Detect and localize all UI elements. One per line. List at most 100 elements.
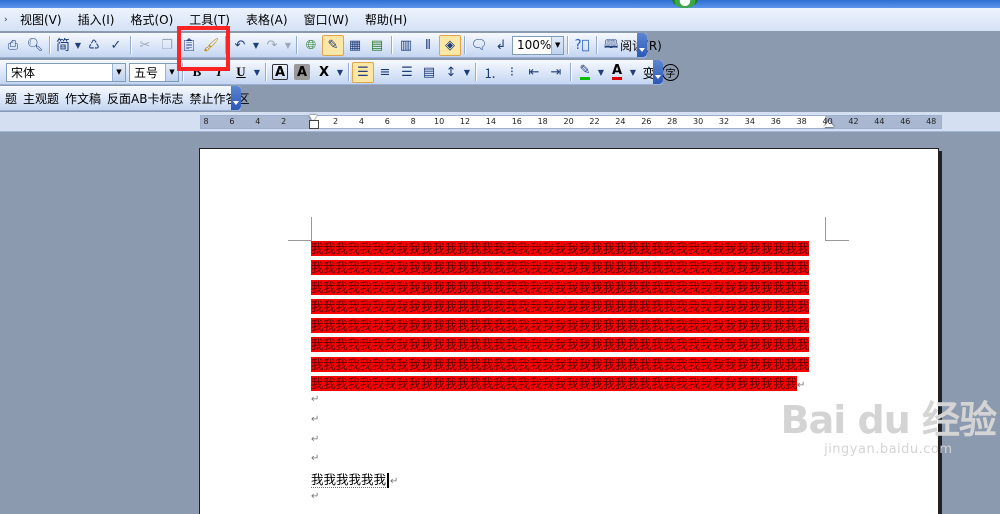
menu-overflow-icon[interactable]: › xyxy=(4,15,12,25)
menu-tools[interactable]: 工具(T) xyxy=(181,10,238,30)
chevron-down-icon[interactable]: ▼ xyxy=(252,62,262,83)
align-justify-icon[interactable]: ☰ xyxy=(352,61,374,83)
horizontal-ruler[interactable]: 8 6 4 2 2 4 6 8 10 12 14 16 18 20 22 24 26 28 30 32 34 36 38 40… xyxy=(200,115,942,129)
bold-button[interactable]: B xyxy=(186,62,208,83)
numbering-icon[interactable]: ⒈ xyxy=(479,62,501,83)
document-page[interactable]: 我我我我我我我我我我我我我我我我我我我我我我我我我我我我我我我我我我我我我我我我… xyxy=(199,148,939,514)
help-icon[interactable]: ?⃝ xyxy=(571,35,593,56)
selected-text-line[interactable]: 我我我我我我我我我我我我我我我我我我我我我我我我我我我我我我我我我我我我我我我我… xyxy=(311,279,810,295)
highlight-icon[interactable]: ✎ xyxy=(574,62,596,83)
enclose-characters-button[interactable]: 字 xyxy=(662,63,679,81)
menu-window[interactable]: 窗口(W) xyxy=(296,10,357,30)
show-hide-icon[interactable]: 🗨︎ xyxy=(468,35,490,56)
paragraph-mark: ↵ xyxy=(311,453,320,464)
bullets-icon[interactable]: ⁝ xyxy=(501,62,523,83)
menu-insert[interactable]: 插入(I) xyxy=(70,10,123,30)
toolbar-options-button[interactable] xyxy=(231,86,241,110)
format-painter-icon[interactable]: 🖌︎ xyxy=(200,35,222,56)
formatting-toolbar: 宋体 ▼ 五号 ▼ B I U ▼ A A X ▼ ☰ ≡ ☰ ▤ ↕ ▼ ⒈ … xyxy=(0,60,679,85)
selected-text-line[interactable]: 我我我我我我我我我我我我我我我我我我我我我我我我我我我我我我我我我我我我我我我我 xyxy=(311,376,797,392)
chevron-down-icon[interactable]: ▼ xyxy=(283,35,293,56)
character-shading-button[interactable]: A xyxy=(294,64,310,80)
undo-icon[interactable]: ↶ xyxy=(229,35,251,56)
paragraph-mark: ↵ xyxy=(797,380,806,392)
baidu-jingyan-watermark: Bai du 经验 jingyan.baidu.com xyxy=(781,400,997,457)
chevron-down-icon[interactable]: ▼ xyxy=(628,62,638,83)
paste-icon[interactable]: 📋︎ xyxy=(178,35,200,56)
ruler-tick-label: 10 xyxy=(434,117,445,126)
drawing-icon[interactable]: ⫴ xyxy=(417,35,439,56)
print-preview-icon[interactable]: 🔍︎ xyxy=(24,35,46,56)
underline-button[interactable]: U xyxy=(230,62,252,83)
chevron-down-icon[interactable]: ▼ xyxy=(165,63,178,81)
ruler-tick-label: 8 xyxy=(203,117,209,126)
chevron-down-icon[interactable]: ▼ xyxy=(73,35,83,56)
insert-table-icon[interactable]: ▦ xyxy=(344,35,366,56)
menu-format[interactable]: 格式(O) xyxy=(122,10,181,30)
toolbar-separator xyxy=(464,36,465,54)
research-icon[interactable]: ♺ xyxy=(83,35,105,56)
font-size-select[interactable]: 五号 ▼ xyxy=(129,62,179,82)
paragraph-mark: ↵ xyxy=(311,491,320,502)
toolbar-options-button[interactable] xyxy=(637,33,647,57)
toolbar3-item-essay[interactable]: 作文稿 xyxy=(62,88,104,108)
toolbar3-item-ab-card[interactable]: 反面AB卡标志 xyxy=(104,88,186,108)
font-name-select[interactable]: 宋体 ▼ xyxy=(6,62,126,82)
chevron-down-icon[interactable]: ▼ xyxy=(551,36,563,54)
selected-text-line[interactable]: 我我我我我我我我我我我我我我我我我我我我我我我我我我我我我我我我我我我我我我我我… xyxy=(311,356,810,372)
italic-button[interactable]: I xyxy=(208,62,230,83)
ruler-tick-label: 20 xyxy=(563,117,574,126)
increase-indent-icon[interactable]: ⇥ xyxy=(545,62,567,83)
line-spacing-icon[interactable]: ↕ xyxy=(440,62,462,83)
selected-text-line[interactable]: 我我我我我我我我我我我我我我我我我我我我我我我我我我我我我我我我我我我我我我我我… xyxy=(311,241,810,256)
redo-icon[interactable]: ↷ xyxy=(261,35,283,56)
selected-text-line[interactable]: 我我我我我我我我我我我我我我我我我我我我我我我我我我我我我我我我我我我我我我我我… xyxy=(311,318,810,334)
align-right-icon[interactable]: ☰ xyxy=(396,62,418,83)
plain-text[interactable]: 我我我我我我 xyxy=(311,472,387,488)
zoom-select[interactable]: 100% ▼ xyxy=(512,35,564,55)
chevron-down-icon[interactable]: ▼ xyxy=(462,62,472,83)
character-scaling-button[interactable]: X xyxy=(313,62,335,83)
highlight-swatch: ✎ xyxy=(579,62,591,80)
document-map-icon[interactable]: ◈ xyxy=(439,34,461,56)
toolbar3-item-subjective[interactable]: 主观题 xyxy=(20,88,62,108)
read-mode-button[interactable]: 🕮 阅读(R) xyxy=(600,35,666,55)
ruler-tick-label: 6 xyxy=(384,117,390,126)
menu-view[interactable]: 视图(V) xyxy=(12,10,70,30)
indent-marker[interactable] xyxy=(309,115,319,129)
toolbar3-item-question[interactable]: 题 xyxy=(2,88,20,108)
character-border-button[interactable]: A xyxy=(272,64,288,80)
menu-help[interactable]: 帮助(H) xyxy=(357,10,415,30)
hyperlink-icon[interactable]: 🌐︎ xyxy=(300,35,322,56)
horizontal-ruler-bar: 8 6 4 2 2 4 6 8 10 12 14 16 18 20 22 24 26 28 30 32 34 36 38 40… xyxy=(0,112,1000,132)
selected-text-line[interactable]: 我我我我我我我我我我我我我我我我我我我我我我我我我我我我我我我我我我我我我我我我… xyxy=(311,298,810,314)
chevron-down-icon[interactable]: ▼ xyxy=(596,62,606,83)
align-center-icon[interactable]: ≡ xyxy=(374,62,396,83)
toolbar-separator xyxy=(265,63,266,81)
chevron-down-icon[interactable]: ▼ xyxy=(251,35,261,56)
ruler-tick-label: 4 xyxy=(255,117,261,126)
font-color-icon[interactable]: A xyxy=(606,62,628,83)
selected-text-line[interactable]: 我我我我我我我我我我我我我我我我我我我我我我我我我我我我我我我我我我我我我我我我… xyxy=(311,337,810,353)
decrease-indent-icon[interactable]: ⇤ xyxy=(523,62,545,83)
columns-icon[interactable]: ▥ xyxy=(395,35,417,56)
menu-table[interactable]: 表格(A) xyxy=(238,10,296,30)
distributed-align-icon[interactable]: ▤ xyxy=(418,62,440,83)
ink-icon[interactable]: ↲ xyxy=(490,35,512,56)
font-size-value: 五号 xyxy=(134,65,159,80)
plain-text-line[interactable]: 我我我我我我 ↵ xyxy=(311,469,398,488)
selected-paragraph[interactable]: 我我我我我我我我我我我我我我我我我我我我我我我我我我我我我我我我我我我我我我我我… xyxy=(311,239,831,393)
print-icon[interactable]: ⎙ xyxy=(2,35,24,56)
insert-excel-icon[interactable]: ▤ xyxy=(366,35,388,56)
copy-icon[interactable]: ❐ xyxy=(156,35,178,56)
cut-icon[interactable]: ✂ xyxy=(134,35,156,56)
tables-borders-icon[interactable]: ✎ xyxy=(322,34,344,56)
traditional-chinese-button[interactable]: 简 xyxy=(53,35,73,56)
spelling-icon[interactable]: ✓ xyxy=(105,35,127,56)
chevron-down-icon[interactable]: ▼ xyxy=(335,62,345,83)
chevron-down-icon[interactable]: ▼ xyxy=(112,63,125,81)
watermark-url: jingyan.baidu.com xyxy=(824,442,953,457)
toolbar3-item-no-answer-zone[interactable]: 禁止作答区 xyxy=(187,88,253,108)
selected-text-line[interactable]: 我我我我我我我我我我我我我我我我我我我我我我我我我我我我我我我我我我我我我我我我… xyxy=(311,260,810,276)
toolbar-options-button[interactable] xyxy=(653,60,663,84)
